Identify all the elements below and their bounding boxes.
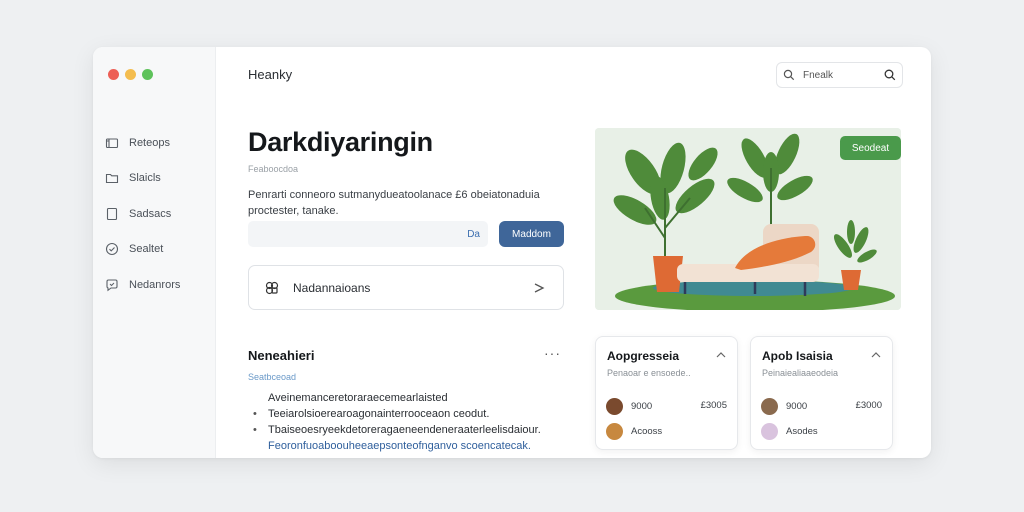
row-label: Asodes bbox=[786, 425, 818, 437]
chevron-up-icon[interactable] bbox=[715, 349, 727, 361]
row-value: £3005 bbox=[700, 400, 727, 411]
sidebar-item-label: Sadsacs bbox=[129, 207, 172, 220]
mini-card-row: Acooss bbox=[606, 422, 662, 440]
window-controls bbox=[108, 69, 153, 80]
close-window-button[interactable] bbox=[108, 69, 119, 80]
mini-card-subtitle: Penaoar e ensoede.. bbox=[607, 368, 691, 378]
row-label: 9000 bbox=[786, 400, 808, 412]
sidebar-nav: Reteops Slaicls Sadsacs Sealtet Nedanror… bbox=[105, 125, 210, 303]
list-item: Tbaiseoesryeekdetoreragaeneendeneraaterl… bbox=[253, 422, 573, 438]
sidebar-item-sadsacs[interactable]: Sadsacs bbox=[105, 196, 210, 232]
chat-icon bbox=[105, 278, 119, 292]
mini-card-title: Apob Isaisia bbox=[762, 349, 833, 363]
maximize-window-button[interactable] bbox=[142, 69, 153, 80]
page-title: Darkdiyaringin bbox=[248, 127, 433, 157]
sidebar-item-reteops[interactable]: Reteops bbox=[105, 125, 210, 161]
window-title: Heanky bbox=[248, 67, 293, 82]
section-list: Aveinemanceretoraraecemearlaisted Teeiar… bbox=[253, 390, 573, 454]
input-suffix[interactable]: Da bbox=[467, 229, 480, 240]
section-subtitle: Seatbceoad bbox=[248, 372, 297, 382]
list-item: Aveinemanceretoraraecemearlaisted bbox=[268, 392, 448, 404]
mini-card-2[interactable]: Apob Isaisia Peinaiealiaaeodeia 9000 £30… bbox=[750, 336, 893, 450]
hero-input[interactable] bbox=[256, 225, 456, 243]
check-circle-icon bbox=[105, 242, 119, 256]
avatar bbox=[606, 397, 623, 415]
section-title: Neneahieri bbox=[248, 348, 315, 363]
page-description: Penrarti conneoro sutmanydueatoolanace £… bbox=[248, 189, 540, 217]
sidebar-item-label: Nedanrors bbox=[129, 278, 181, 291]
chevron-up-icon[interactable] bbox=[870, 349, 882, 361]
search-box[interactable] bbox=[776, 62, 903, 88]
mini-card-1[interactable]: Aopgresseia Penaoar e ensoede.. 9000 £30… bbox=[595, 336, 738, 450]
row-label: Acooss bbox=[631, 425, 663, 437]
card-label: Nadannaioans bbox=[293, 280, 371, 295]
list-link[interactable]: Feoronfuoaboouheeaepsonteofnganvo scoenc… bbox=[253, 438, 573, 454]
mini-card-row: 9000 bbox=[606, 397, 652, 415]
page-subtitle: Feaboocdoa bbox=[248, 164, 299, 174]
primary-action-button[interactable]: Maddom bbox=[499, 221, 564, 247]
document-icon bbox=[105, 207, 119, 221]
folder-icon bbox=[105, 136, 119, 150]
illustration-badge-button[interactable]: Seodeat bbox=[840, 136, 901, 160]
sidebar-item-label: Reteops bbox=[129, 136, 170, 149]
chevron-right-icon[interactable] bbox=[531, 279, 549, 297]
sidebar-item-label: Slaicls bbox=[129, 172, 161, 185]
row-label: 9000 bbox=[631, 400, 653, 412]
mini-card-title: Aopgresseia bbox=[607, 349, 680, 363]
search-icon bbox=[783, 69, 795, 81]
list-item: Teeiarolsioerearoagonainterrooceaon ceod… bbox=[253, 406, 573, 422]
app-window: Reteops Slaicls Sadsacs Sealtet Nedanror… bbox=[93, 47, 931, 458]
file-icon bbox=[105, 171, 119, 185]
sidebar-item-sealtet[interactable]: Sealtet bbox=[105, 232, 210, 268]
minimize-window-button[interactable] bbox=[125, 69, 136, 80]
sidebar-item-nedanrors[interactable]: Nedanrors bbox=[105, 267, 210, 303]
avatar bbox=[761, 422, 778, 440]
hero-input-field[interactable]: Da bbox=[248, 221, 488, 247]
sidebar: Reteops Slaicls Sadsacs Sealtet Nedanror… bbox=[93, 47, 216, 458]
more-options-icon[interactable]: ··· bbox=[544, 345, 561, 361]
search-submit-icon[interactable] bbox=[884, 69, 896, 81]
search-input[interactable] bbox=[803, 69, 876, 81]
link-icon bbox=[265, 281, 279, 294]
mini-card-subtitle: Peinaiealiaaeodeia bbox=[762, 368, 839, 378]
row-value: £3000 bbox=[855, 400, 882, 411]
expandable-card[interactable]: Nadannaioans bbox=[248, 265, 564, 310]
avatar bbox=[606, 422, 623, 440]
sidebar-item-label: Sealtet bbox=[129, 243, 164, 256]
mini-card-row: Asodes bbox=[761, 422, 818, 440]
avatar bbox=[761, 397, 778, 415]
mini-card-row: 9000 bbox=[761, 397, 807, 415]
sidebar-item-slaicls[interactable]: Slaicls bbox=[105, 161, 210, 197]
